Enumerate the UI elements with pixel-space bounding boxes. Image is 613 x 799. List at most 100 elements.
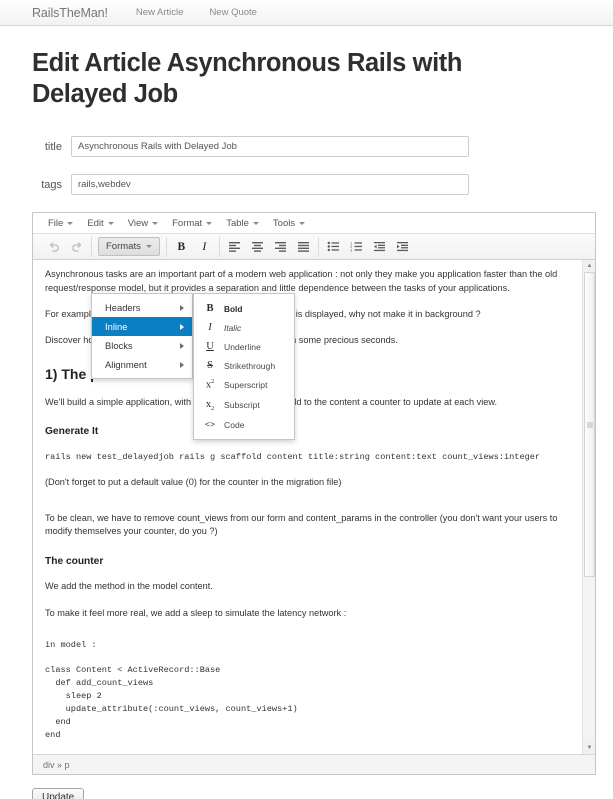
menu-table-label: Table [226, 217, 249, 229]
paragraph-7: We add the method in the model content. [45, 581, 213, 592]
formats-menu-item-inline[interactable]: Inline [92, 317, 192, 337]
undo-icon[interactable] [43, 237, 64, 256]
scroll-up-arrow-icon[interactable]: ▲ [583, 260, 595, 273]
paragraph-5: (Don't forget to put a default value (0)… [45, 477, 342, 488]
submenu-item-subscript[interactable]: x2 Subscript [194, 395, 294, 416]
paragraph-4: We'll build a simple application, with a… [45, 396, 498, 407]
form-row-title: title [32, 136, 581, 158]
toolbar-group-inline: B I [167, 236, 220, 257]
menu-file[interactable]: File [41, 216, 80, 231]
formats-menu-item-headers-label: Headers [105, 302, 141, 314]
submenu-item-superscript-label: Superscript [224, 379, 268, 390]
formats-menu-item-headers[interactable]: Headers [92, 298, 192, 317]
formats-dropdown-menu[interactable]: Headers Inline Blocks Alignment [91, 293, 193, 380]
svg-text:3: 3 [350, 249, 352, 253]
menu-view[interactable]: View [121, 216, 165, 231]
align-left-icon[interactable] [224, 237, 245, 256]
menu-view-label: View [127, 217, 149, 229]
submenu-item-bold-label: Bold [224, 303, 243, 314]
nav-link-new-article[interactable]: New Article [136, 7, 184, 18]
heading-generate-it: Generate It [45, 426, 99, 438]
italic-icon[interactable]: I [194, 237, 215, 256]
editor-vertical-scrollbar[interactable]: ▲ ▼ [582, 260, 595, 755]
paragraph-spacer [45, 503, 581, 512]
align-justify-icon[interactable] [293, 237, 314, 256]
paragraph-6: To be clean, we have to remove count_vie… [45, 512, 558, 537]
chevron-down-icon [299, 221, 306, 225]
menu-edit-label: Edit [87, 217, 104, 229]
heading-the-counter: The counter [45, 555, 104, 567]
superscript-icon: x2 [205, 379, 215, 391]
title-input[interactable] [71, 136, 469, 158]
nav-link-new-quote[interactable]: New Quote [209, 7, 257, 18]
formats-button[interactable]: Formats [98, 237, 160, 257]
inline-submenu[interactable]: B Bold I Italic U Underline S Strikethro… [193, 293, 295, 440]
menu-tools[interactable]: Tools [266, 216, 312, 231]
update-button[interactable]: Update [32, 788, 85, 799]
tags-input[interactable] [71, 174, 469, 196]
align-right-icon[interactable] [270, 237, 291, 256]
chevron-right-icon [180, 342, 184, 349]
toolbar-group-alignment [220, 236, 319, 257]
editor-toolbar: Formats B I 1 2 3 [33, 234, 595, 261]
toolbar-group-history [39, 236, 92, 257]
chevron-down-icon [206, 221, 213, 225]
editor-content-area[interactable]: Asynchronous tasks are an important part… [33, 260, 595, 755]
chevron-down-icon [145, 245, 152, 249]
code-block-model: class Content < ActiveRecord::Base def a… [45, 665, 298, 740]
toolbar-group-lists: 123 [319, 237, 417, 257]
align-center-icon[interactable] [247, 237, 268, 256]
menu-format[interactable]: Format [165, 216, 219, 231]
chevron-right-icon [180, 304, 184, 311]
menu-file-label: File [48, 217, 64, 229]
editor-menubar: File Edit View Format Table Tools [33, 213, 595, 235]
bold-icon: B [206, 303, 214, 315]
menu-table[interactable]: Table [219, 216, 266, 231]
outdent-icon[interactable] [369, 237, 390, 256]
code-label-model: in model : [45, 639, 97, 650]
underline-icon: U [206, 341, 214, 353]
submenu-item-italic[interactable]: I Italic [194, 318, 294, 337]
submenu-item-superscript[interactable]: x2 Superscript [194, 375, 294, 395]
toolbar-group-formats: Formats [92, 236, 167, 257]
code-icon: <> [204, 419, 216, 430]
chevron-down-icon [67, 221, 74, 225]
submenu-item-bold[interactable]: B Bold [194, 299, 294, 318]
bullet-list-icon[interactable] [323, 237, 344, 256]
submenu-item-code-label: Code [224, 419, 245, 430]
chevron-down-icon [107, 221, 114, 225]
submenu-item-strikethrough[interactable]: S Strikethrough [194, 356, 294, 375]
italic-icon: I [208, 322, 212, 334]
tags-label: tags [41, 178, 62, 191]
submenu-item-italic-label: Italic [224, 322, 242, 333]
formats-menu-item-alignment-label: Alignment [105, 359, 147, 371]
editor-statusbar: div » p [33, 754, 595, 775]
menu-edit[interactable]: Edit [80, 216, 120, 231]
scrollbar-grip-icon [586, 422, 593, 428]
submenu-item-underline[interactable]: U Underline [194, 337, 294, 356]
top-navbar: RailsTheMan! New Article New Quote [0, 0, 613, 26]
subscript-icon: x2 [205, 398, 215, 412]
formats-menu-item-alignment[interactable]: Alignment [92, 355, 192, 374]
formats-menu-item-blocks[interactable]: Blocks [92, 336, 192, 355]
formats-menu-item-blocks-label: Blocks [105, 340, 133, 352]
chevron-right-icon [180, 323, 184, 330]
bold-icon[interactable]: B [171, 237, 192, 256]
numbered-list-icon[interactable]: 123 [346, 237, 367, 256]
menu-format-label: Format [172, 217, 203, 229]
code-line-1: rails new test_delayedjob rails g scaffo… [45, 452, 541, 463]
rich-text-editor: File Edit View Format Table Tools Format… [32, 212, 596, 776]
scroll-down-arrow-icon[interactable]: ▼ [583, 742, 595, 755]
submenu-item-strikethrough-label: Strikethrough [224, 360, 276, 371]
submenu-item-subscript-label: Subscript [224, 400, 260, 411]
indent-icon[interactable] [392, 237, 413, 256]
brand-link[interactable]: RailsTheMan! [32, 6, 108, 20]
redo-icon[interactable] [66, 237, 87, 256]
chevron-down-icon [252, 221, 259, 225]
chevron-down-icon [152, 221, 159, 225]
strikethrough-icon: S [207, 360, 213, 372]
element-path: div » p [43, 759, 70, 770]
scrollbar-thumb[interactable] [584, 272, 595, 578]
submenu-item-code[interactable]: <> Code [194, 416, 294, 434]
paragraph-1: Asynchronous tasks are an important part… [45, 269, 558, 293]
